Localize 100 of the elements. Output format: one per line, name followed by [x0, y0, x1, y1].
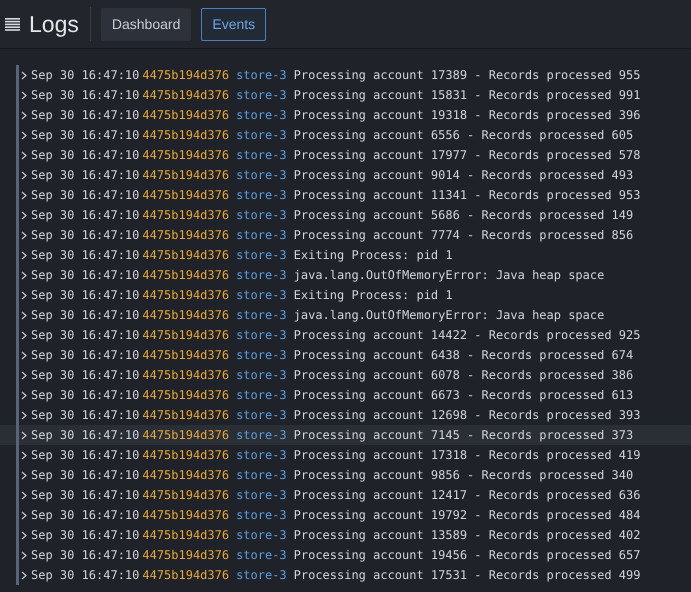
log-timestamp: Sep 30 16:47:10 — [31, 548, 140, 562]
log-source: store-3 — [236, 88, 287, 102]
expand-chevron-icon[interactable] — [21, 110, 27, 120]
log-host: 4475b194d376 — [142, 288, 230, 302]
log-timestamp: Sep 30 16:47:10 — [31, 208, 140, 222]
log-message: Processing account 7774 - Records processed 856 — [294, 228, 634, 242]
log-message: Exiting Process: pid 1 — [294, 248, 453, 262]
log-source: store-3 — [236, 568, 287, 582]
log-timestamp: Sep 30 16:47:10 — [31, 368, 140, 382]
expand-chevron-icon[interactable] — [21, 510, 27, 520]
log-host: 4475b194d376 — [142, 228, 230, 242]
log-timestamp: Sep 30 16:47:10 — [31, 228, 140, 242]
log-message: Processing account 11341 - Records processed 953 — [294, 188, 640, 202]
log-message: Processing account 17389 - Records processed 955 — [294, 68, 640, 82]
log-source: store-3 — [236, 548, 287, 562]
log-host: 4475b194d376 — [142, 428, 230, 442]
log-source: store-3 — [236, 148, 287, 162]
log-source: store-3 — [236, 168, 287, 182]
nav-tab[interactable]: Dashboard — [100, 8, 192, 40]
expand-chevron-icon[interactable] — [21, 290, 27, 300]
nav-tab[interactable]: Events — [201, 8, 266, 40]
expand-chevron-icon[interactable] — [21, 370, 27, 380]
log-source: store-3 — [236, 348, 287, 362]
log-source: store-3 — [236, 188, 287, 202]
log-message: Processing account 19318 - Records processed 396 — [294, 108, 640, 122]
menu-icon[interactable] — [5, 18, 20, 30]
expand-chevron-icon[interactable] — [21, 390, 27, 400]
log-timestamp: Sep 30 16:47:10 — [31, 168, 140, 182]
log-timestamp: Sep 30 16:47:10 — [31, 468, 140, 482]
log-message: java.lang.OutOfMemoryError: Java heap space — [294, 308, 604, 322]
log-timestamp: Sep 30 16:47:10 — [31, 488, 140, 502]
log-source: store-3 — [236, 368, 287, 382]
log-host: 4475b194d376 — [142, 248, 230, 262]
log-timestamp: Sep 30 16:47:10 — [31, 568, 140, 582]
expand-chevron-icon[interactable] — [21, 550, 27, 560]
log-source: store-3 — [236, 228, 287, 242]
log-timestamp: Sep 30 16:47:10 — [31, 428, 140, 442]
expand-chevron-icon[interactable] — [21, 210, 27, 220]
log-source: store-3 — [236, 388, 287, 402]
expand-chevron-icon[interactable] — [21, 530, 27, 540]
log-message: Processing account 14422 - Records processed 925 — [294, 328, 640, 342]
log-host: 4475b194d376 — [142, 148, 230, 162]
log-timestamp: Sep 30 16:47:10 — [31, 128, 140, 142]
log-message: java.lang.OutOfMemoryError: Java heap space — [294, 268, 604, 282]
log-host: 4475b194d376 — [142, 548, 230, 562]
log-message: Processing account 5686 - Records processed 149 — [294, 208, 634, 222]
log-timestamp: Sep 30 16:47:10 — [31, 268, 140, 282]
log-source: store-3 — [236, 408, 287, 422]
log-source: store-3 — [236, 268, 287, 282]
expand-chevron-icon[interactable] — [21, 570, 27, 580]
log-host: 4475b194d376 — [142, 308, 230, 322]
expand-chevron-icon[interactable] — [21, 410, 27, 420]
expand-chevron-icon[interactable] — [21, 250, 27, 260]
expand-chevron-icon[interactable] — [21, 450, 27, 460]
log-message: Processing account 12698 - Records processed 393 — [294, 408, 640, 422]
log-host: 4475b194d376 — [142, 68, 230, 82]
expand-chevron-icon[interactable] — [21, 430, 27, 440]
log-timestamp: Sep 30 16:47:10 — [31, 508, 140, 522]
log-source: store-3 — [236, 128, 287, 142]
log-host: 4475b194d376 — [142, 568, 230, 582]
log-message: Processing account 19792 - Records processed 484 — [294, 508, 640, 522]
log-timestamp: Sep 30 16:47:10 — [31, 408, 140, 422]
log-host: 4475b194d376 — [142, 88, 230, 102]
log-source: store-3 — [236, 528, 287, 542]
expand-chevron-icon[interactable] — [21, 350, 27, 360]
log-host: 4475b194d376 — [142, 188, 230, 202]
log-host: 4475b194d376 — [142, 508, 230, 522]
expand-chevron-icon[interactable] — [21, 270, 27, 280]
expand-chevron-icon[interactable] — [21, 170, 27, 180]
expand-chevron-icon[interactable] — [21, 130, 27, 140]
log-source: store-3 — [236, 248, 287, 262]
log-timestamp: Sep 30 16:47:10 — [31, 528, 140, 542]
log-row-highlight[interactable]: Sep 30 16:47:10 4475b194d376 store-3 Processing account 7145 - Records processed 373 — [0, 425, 691, 445]
log-host: 4475b194d376 — [142, 328, 230, 342]
expand-chevron-icon[interactable] — [21, 310, 27, 320]
expand-chevron-icon[interactable] — [21, 470, 27, 480]
expand-chevron-icon[interactable] — [21, 90, 27, 100]
expand-chevron-icon[interactable] — [21, 490, 27, 500]
log-timestamp: Sep 30 16:47:10 — [31, 308, 140, 322]
log-timestamp: Sep 30 16:47:10 — [31, 388, 140, 402]
log-source: store-3 — [236, 288, 287, 302]
log-host: 4475b194d376 — [142, 388, 230, 402]
log-host: 4475b194d376 — [142, 448, 230, 462]
log-message: Processing account 9856 - Records processed 340 — [294, 468, 634, 482]
log-timestamp: Sep 30 16:47:10 — [31, 288, 140, 302]
log-timestamp: Sep 30 16:47:10 — [31, 68, 140, 82]
log-host: 4475b194d376 — [142, 208, 230, 222]
log-host: 4475b194d376 — [142, 408, 230, 422]
log-source: store-3 — [236, 488, 287, 502]
log-message: Exiting Process: pid 1 — [294, 288, 453, 302]
log-message: Processing account 9014 - Records processed 493 — [294, 168, 634, 182]
log-host: 4475b194d376 — [142, 488, 230, 502]
expand-chevron-icon[interactable] — [21, 190, 27, 200]
log-timestamp: Sep 30 16:47:10 — [31, 188, 140, 202]
expand-chevron-icon[interactable] — [21, 330, 27, 340]
log-host: 4475b194d376 — [142, 108, 230, 122]
expand-chevron-icon[interactable] — [21, 150, 27, 160]
log-timestamp: Sep 30 16:47:10 — [31, 348, 140, 362]
expand-chevron-icon[interactable] — [21, 230, 27, 240]
expand-chevron-icon[interactable] — [21, 70, 27, 80]
